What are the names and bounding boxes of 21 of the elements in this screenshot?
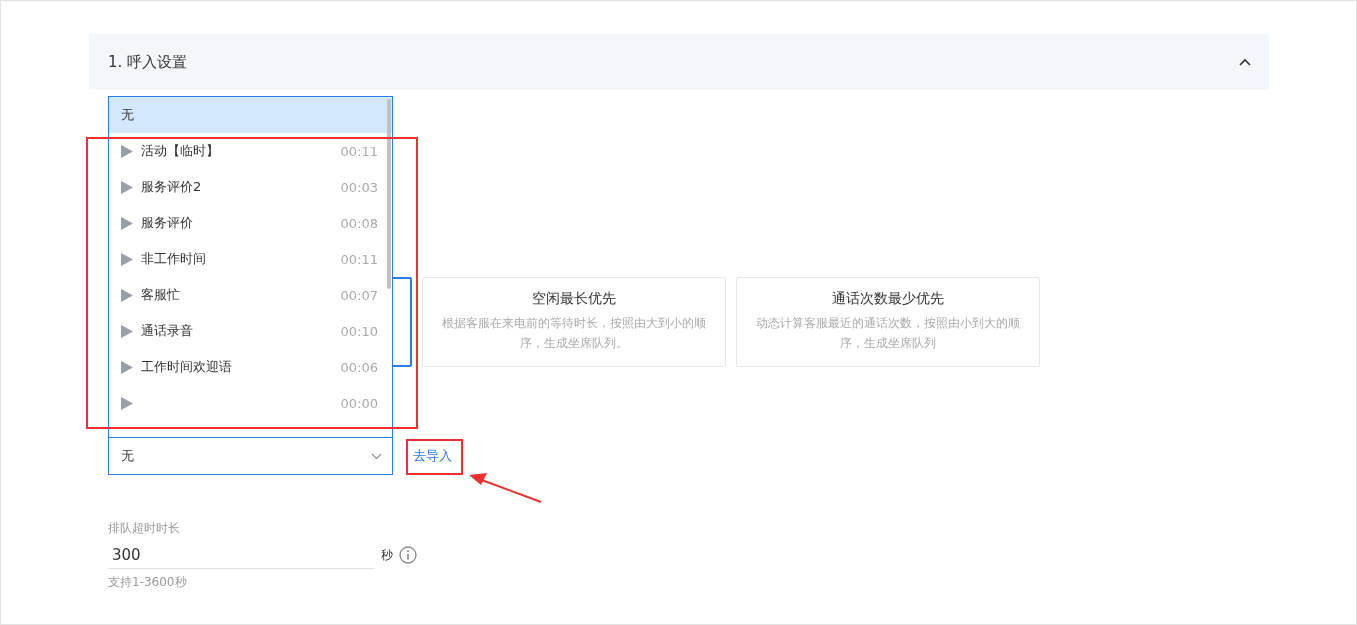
dropdown-option[interactable]: 服务评价 00:08 [109, 205, 392, 241]
strategy-card[interactable]: 空闲最长优先 根据客服在来电前的等待时长，按照由大到小的顺序，生成坐席队列。 [422, 277, 726, 367]
dropdown-option[interactable]: 非工作时间 00:11 [109, 241, 392, 277]
dropdown-option[interactable]: 客服忙 00:07 [109, 277, 392, 313]
dropdown-option[interactable]: 无 [109, 97, 392, 133]
dropdown-option[interactable]: 活动【临时】 00:11 [109, 133, 392, 169]
strategy-description: 根据客服在来电前的等待时长，按照由大到小的顺序，生成坐席队列。 [441, 315, 707, 352]
section-title: 1. 呼入设置 [108, 52, 188, 72]
audio-select[interactable]: 无 [108, 437, 393, 475]
dropdown-option[interactable]: 通话录音 00:10 [109, 313, 392, 349]
section-header[interactable]: 1. 呼入设置 [89, 34, 1269, 90]
dropdown-option[interactable]: 工作时间欢迎语 00:06 [109, 349, 392, 385]
strategy-title: 空闲最长优先 [532, 290, 616, 308]
dropdown-option[interactable]: 服务评价2 00:03 [109, 169, 392, 205]
strategy-description: 动态计算客服最近的通话次数，按照由小到大的顺序，生成坐席队列 [755, 315, 1021, 352]
strategy-card[interactable]: 通话次数最少优先 动态计算客服最近的通话次数，按照由小到大的顺序，生成坐席队列 [736, 277, 1040, 367]
field-label: 排队超时时长 [108, 520, 181, 537]
import-link[interactable]: 去导入 [413, 447, 452, 465]
strategy-title: 通话次数最少优先 [832, 290, 944, 308]
hint-text: 支持1-3600秒 [108, 574, 188, 591]
unit-label: 秒 [381, 546, 393, 564]
